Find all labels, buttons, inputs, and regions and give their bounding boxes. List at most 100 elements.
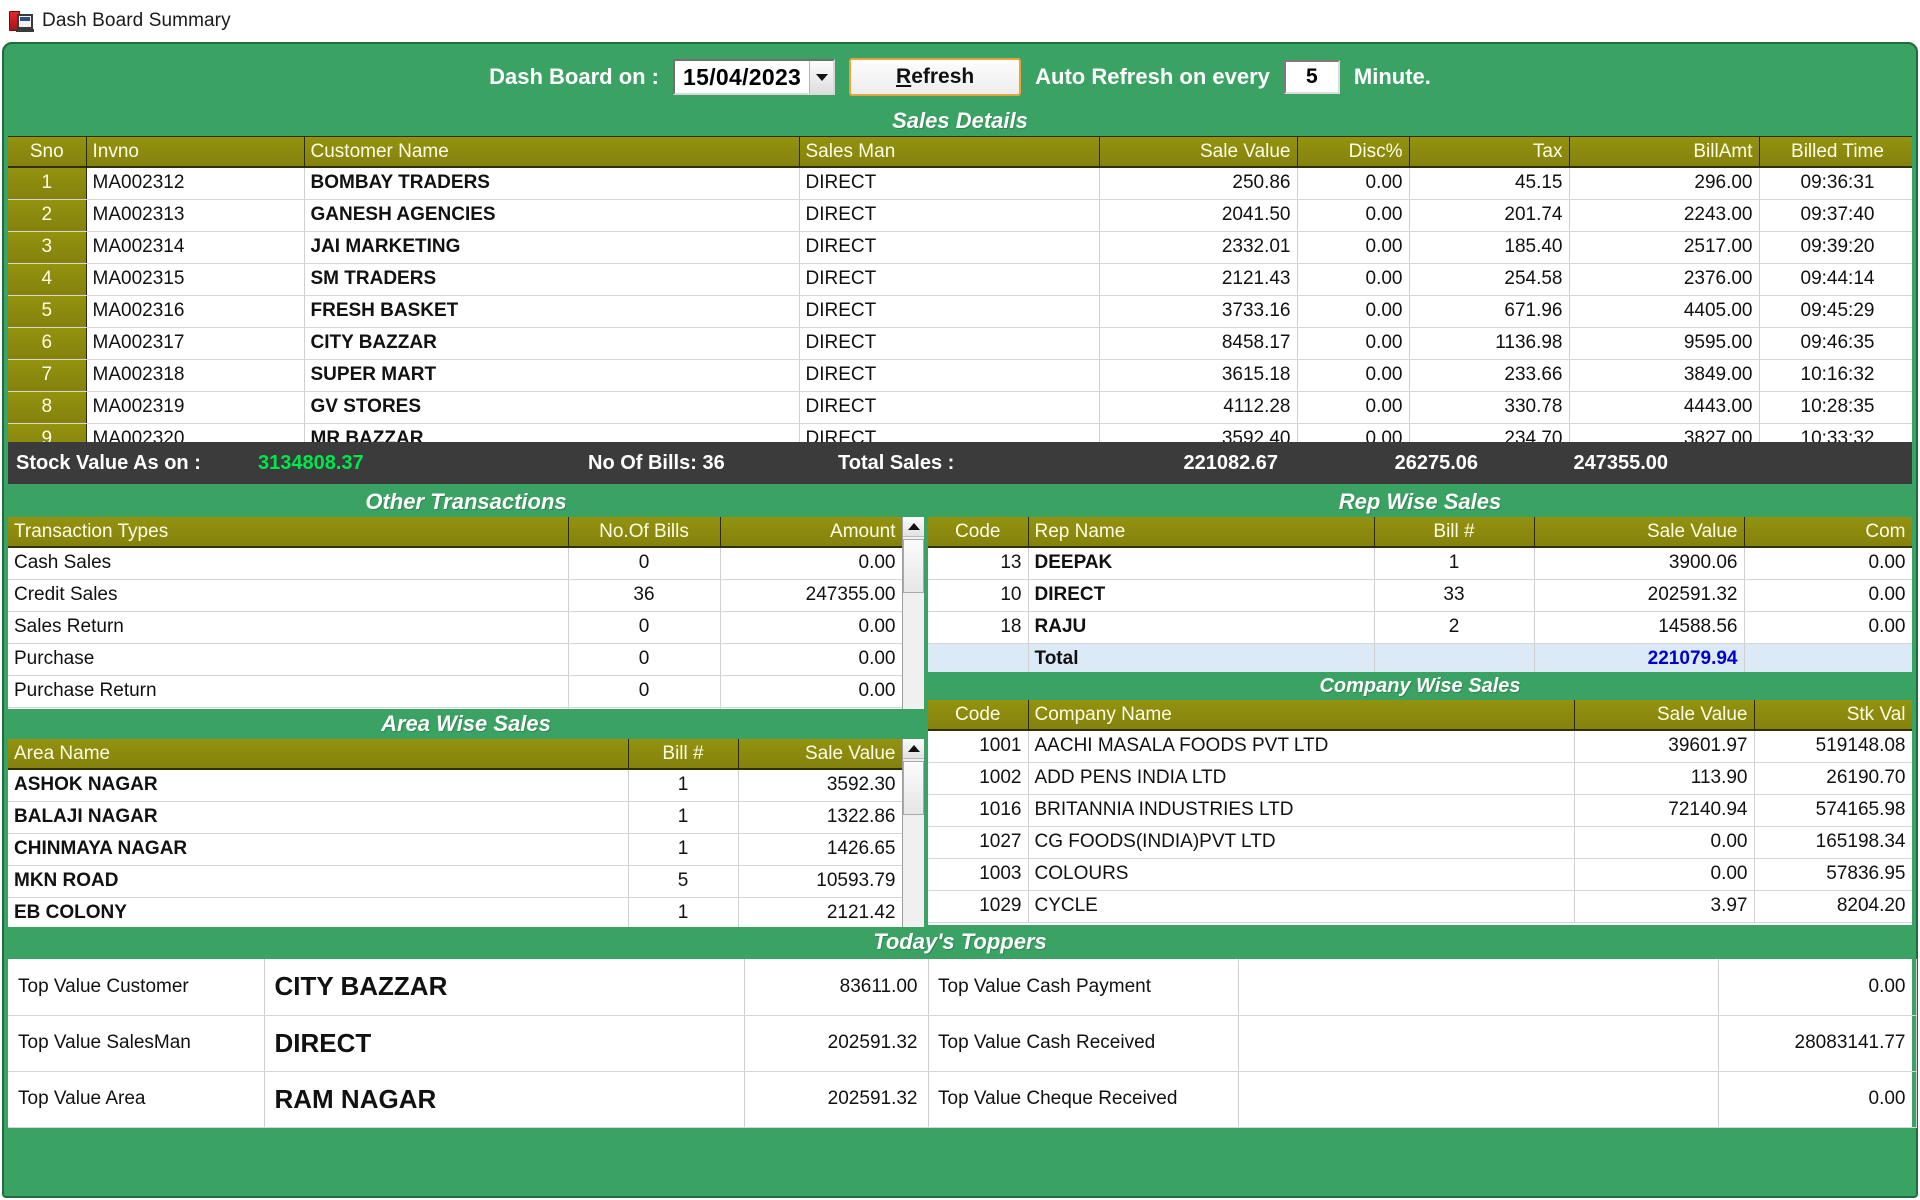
col-amount[interactable]: Amount xyxy=(720,517,903,548)
table-row[interactable]: Purchase Return 0 0.00 xyxy=(8,675,924,708)
cell-sale-value: 8458.17 xyxy=(1099,327,1298,360)
table-row[interactable]: Credit Sales 36 247355.00 xyxy=(8,579,924,612)
col-code[interactable]: Code xyxy=(928,517,1029,548)
cell-sno: 2 xyxy=(8,199,87,232)
col-no-of-bills[interactable]: No.Of Bills xyxy=(568,517,721,548)
dashboard-date-value[interactable]: 15/04/2023 xyxy=(675,61,809,93)
col-disc-pct[interactable]: Disc% xyxy=(1297,137,1410,168)
col-code[interactable]: Code xyxy=(928,700,1029,731)
col-tax[interactable]: Tax xyxy=(1409,137,1570,168)
sales-details-grid[interactable]: Sno Invno Customer Name Sales Man Sale V… xyxy=(8,136,1912,442)
table-row[interactable]: 18 RAJU 2 14588.56 0.00 xyxy=(928,611,1912,644)
table-header-row: Transaction Types No.Of Bills Amount xyxy=(8,517,924,548)
col-sale-value[interactable]: Sale Value xyxy=(1099,137,1298,168)
col-billamt[interactable]: BillAmt xyxy=(1569,137,1760,168)
book-monitor-icon xyxy=(8,8,34,34)
col-sno[interactable]: Sno xyxy=(8,137,87,168)
table-row[interactable]: Purchase 0 0.00 xyxy=(8,643,924,676)
cell-code: 10 xyxy=(928,579,1029,612)
table-row[interactable]: 5 MA002316 FRESH BASKET DIRECT 3733.16 0.00 67… xyxy=(8,295,1912,328)
dashboard-date-label: Dash Board on : xyxy=(489,64,660,89)
cell-bill-count: 5 xyxy=(628,865,739,898)
mid-right-column: Rep Wise Sales Code Rep Name Bill # Sale… xyxy=(928,487,1912,927)
rep-wise-sales-body: 13 DEEPAK 1 3900.06 0.00 10 DIRECT 33 202591.32 0… xyxy=(928,547,1912,672)
toppers-row[interactable]: Top Value Customer CITY BAZZAR 83611.00 xyxy=(8,959,929,1016)
table-row[interactable]: 9 MA002320 MR BAZZAR DIRECT 3592.40 0.00 234.7… xyxy=(8,423,1912,442)
cell-code: 1001 xyxy=(928,730,1029,763)
refresh-button[interactable]: Refresh xyxy=(849,58,1022,96)
col-customer-name[interactable]: Customer Name xyxy=(304,137,800,168)
toppers-row[interactable]: Top Value Cash Received 28083141.77 xyxy=(928,1015,1917,1072)
table-row[interactable]: 1029 CYCLE 3.97 8204.20 xyxy=(928,890,1912,923)
auto-refresh-minutes-input[interactable]: 5 xyxy=(1283,60,1340,94)
table-row[interactable]: 4 MA002315 SM TRADERS DIRECT 2121.43 0.00 254.… xyxy=(8,263,1912,296)
col-rep-name[interactable]: Rep Name xyxy=(1028,517,1375,548)
area-wise-sales-scrollbar[interactable] xyxy=(902,739,924,927)
cell-billed-time: 09:45:29 xyxy=(1759,295,1912,328)
cell-code: 18 xyxy=(928,611,1029,644)
rep-wise-sales-table: Code Rep Name Bill # Sale Value Com 13 DE… xyxy=(928,517,1912,672)
scrollbar-thumb[interactable] xyxy=(903,539,924,593)
cell-company-name: ADD PENS INDIA LTD xyxy=(1028,762,1575,795)
scrollbar-thumb[interactable] xyxy=(903,761,924,815)
toppers-row[interactable]: Top Value SalesMan DIRECT 202591.32 xyxy=(8,1015,929,1072)
toppers-row[interactable]: Top Value Cheque Received 0.00 xyxy=(928,1071,1917,1128)
table-row[interactable]: 2 MA002313 GANESH AGENCIES DIRECT 2041.50 0.0… xyxy=(8,199,1912,232)
table-row[interactable]: Cash Sales 0 0.00 xyxy=(8,547,924,580)
table-row[interactable]: 1002 ADD PENS INDIA LTD 113.90 26190.70 xyxy=(928,762,1912,795)
table-row[interactable]: 10 DIRECT 33 202591.32 0.00 xyxy=(928,579,1912,612)
dashboard-date-picker[interactable]: 15/04/2023 xyxy=(673,59,836,95)
table-row[interactable]: 1016 BRITANNIA INDUSTRIES LTD 72140.94 5741… xyxy=(928,794,1912,827)
col-billed-time[interactable]: Billed Time xyxy=(1759,137,1912,168)
col-sale-value[interactable]: Sale Value xyxy=(738,739,903,770)
toppers-row[interactable]: Top Value Cash Payment 0.00 xyxy=(928,959,1917,1016)
table-row[interactable]: 1003 COLOURS 0.00 57836.95 xyxy=(928,858,1912,891)
company-wise-sales-panel[interactable]: Code Company Name Sale Value Stk Val 100… xyxy=(928,700,1912,925)
table-row[interactable]: 6 MA002317 CITY BAZZAR DIRECT 8458.17 0.00 113… xyxy=(8,327,1912,360)
col-sale-value[interactable]: Sale Value xyxy=(1534,517,1745,548)
rep-wise-total-row[interactable]: Total 221079.94 xyxy=(928,643,1912,672)
cell-invno: MA002317 xyxy=(86,327,305,360)
chevron-down-icon[interactable] xyxy=(809,61,834,93)
table-row[interactable]: ASHOK NAGAR 1 3592.30 xyxy=(8,769,924,802)
table-row[interactable]: Sales Return 0 0.00 xyxy=(8,611,924,644)
table-row[interactable]: CHINMAYA NAGAR 1 1426.65 xyxy=(8,833,924,866)
toppers-row[interactable]: Top Value Area RAM NAGAR 202591.32 xyxy=(8,1071,929,1128)
table-row[interactable]: 13 DEEPAK 1 3900.06 0.00 xyxy=(928,547,1912,580)
col-sale-value[interactable]: Sale Value xyxy=(1574,700,1755,731)
col-bill-count[interactable]: Bill # xyxy=(1374,517,1535,548)
cell-no-of-bills: 0 xyxy=(568,675,721,708)
other-transactions-scrollbar[interactable] xyxy=(902,517,924,709)
table-row[interactable]: 1 MA002312 BOMBAY TRADERS DIRECT 250.86 0.00 4… xyxy=(8,167,1912,200)
cell-stk-val: 26190.70 xyxy=(1754,762,1912,795)
cell-sale-value: 4112.28 xyxy=(1099,391,1298,424)
scroll-up-icon[interactable] xyxy=(903,739,924,759)
table-row[interactable]: MKN ROAD 5 10593.79 xyxy=(8,865,924,898)
cell-rep-name: RAJU xyxy=(1028,611,1375,644)
col-area-name[interactable]: Area Name xyxy=(8,739,629,770)
cell-disc-pct: 0.00 xyxy=(1297,231,1410,264)
table-row[interactable]: 8 MA002319 GV STORES DIRECT 4112.28 0.00 330.7… xyxy=(8,391,1912,424)
scroll-up-icon[interactable] xyxy=(903,517,924,537)
table-row[interactable]: BALAJI NAGAR 1 1322.86 xyxy=(8,801,924,834)
cell-disc-pct: 0.00 xyxy=(1297,295,1410,328)
table-row[interactable]: 7 MA002318 SUPER MART DIRECT 3615.18 0.00 233.… xyxy=(8,359,1912,392)
col-transaction-types[interactable]: Transaction Types xyxy=(8,517,569,548)
area-wise-sales-panel[interactable]: Area Name Bill # Sale Value ASHOK NAGAR 1… xyxy=(8,739,924,927)
col-stk-val[interactable]: Stk Val xyxy=(1754,700,1912,731)
col-invno[interactable]: Invno xyxy=(86,137,305,168)
col-commission[interactable]: Com xyxy=(1744,517,1912,548)
rep-wise-sales-panel[interactable]: Code Rep Name Bill # Sale Value Com 13 DE… xyxy=(928,517,1912,672)
col-sales-man[interactable]: Sales Man xyxy=(799,137,1100,168)
table-row[interactable]: 3 MA002314 JAI MARKETING DIRECT 2332.01 0.00 1… xyxy=(8,231,1912,264)
col-company-name[interactable]: Company Name xyxy=(1028,700,1575,731)
other-transactions-panel[interactable]: Transaction Types No.Of Bills Amount Cas… xyxy=(8,517,924,709)
table-row[interactable]: EB COLONY 1 2121.42 xyxy=(8,897,924,927)
col-bill-count[interactable]: Bill # xyxy=(628,739,739,770)
table-row[interactable]: Credit Note00.00 xyxy=(8,707,924,709)
cell-topper-label: Top Value Customer xyxy=(8,959,265,1016)
cell-company-name: BRITANNIA INDUSTRIES LTD xyxy=(1028,794,1575,827)
table-row[interactable]: 1027 CG FOODS(INDIA)PVT LTD 0.00 165198.34 xyxy=(928,826,1912,859)
table-row[interactable]: 1001 AACHI MASALA FOODS PVT LTD 39601.97 51… xyxy=(928,730,1912,763)
cell-topper-label: Top Value Cash Received xyxy=(928,1015,1239,1072)
